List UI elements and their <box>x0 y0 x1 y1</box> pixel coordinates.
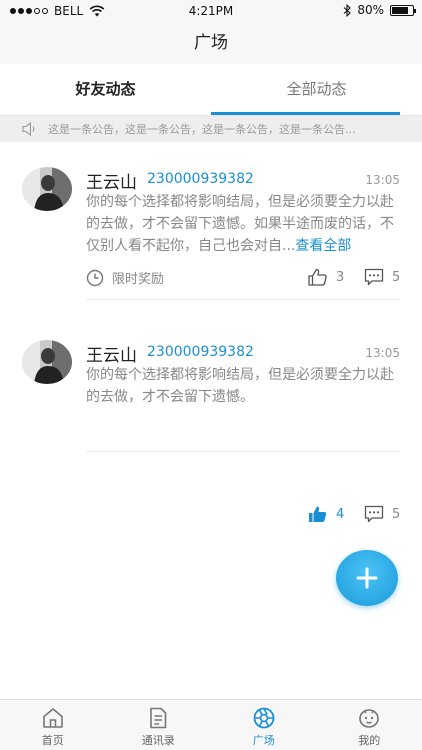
tab-indicator <box>211 112 400 115</box>
post-username[interactable]: 王云山 <box>86 341 137 366</box>
tab-friends-feed-label: 好友动态 <box>75 80 136 98</box>
avatar[interactable] <box>22 340 72 384</box>
status-bar: BELL 4:21PM 80% <box>0 0 422 22</box>
comment-icon <box>364 505 384 523</box>
clock-icon <box>86 269 104 286</box>
page-title: 广场 <box>194 33 228 53</box>
bottom-tab-bar: 首页 通讯录 广场 我的 <box>0 699 422 750</box>
tab-profile-label: 我的 <box>358 734 381 747</box>
thumbs-up-outline-icon <box>308 268 327 286</box>
post-content: 你的每个选择都将影响结局，但是必须要全力以赴的去做，才不会留下遗憾。如果半途而废… <box>86 191 404 257</box>
battery-percent: 80% <box>357 3 384 17</box>
tab-all-feed[interactable]: 全部动态 <box>211 64 422 115</box>
speaker-icon <box>22 122 35 136</box>
post-username[interactable]: 王云山 <box>86 168 137 193</box>
comment-count: 5 <box>392 506 401 522</box>
post-time: 13:05 <box>365 346 400 360</box>
aperture-icon <box>253 707 275 729</box>
plus-icon <box>356 567 378 589</box>
comment-icon <box>364 268 384 286</box>
thumbs-up-filled-icon <box>309 506 327 522</box>
status-right: 80% <box>343 3 416 17</box>
comment-button[interactable]: 5 <box>364 268 400 286</box>
contacts-icon <box>150 707 167 729</box>
post-user-id: 230000939382 <box>147 171 254 187</box>
bluetooth-icon <box>343 3 352 17</box>
feed-tabs: 好友动态 全部动态 <box>0 64 422 116</box>
announcement-text: 这是一条公告，这是一条公告，这是一条公告，这是一条公告... <box>48 123 356 136</box>
post-divider <box>86 299 400 300</box>
like-count: 3 <box>336 269 345 285</box>
reward-tag[interactable]: 限时奖励 <box>86 268 164 287</box>
profile-icon <box>359 709 380 728</box>
square-screen: BELL 4:21PM 80% 广场 好友动态 全部动态 这是一条公告，这是一条… <box>0 0 422 750</box>
reward-label: 限时奖励 <box>112 272 165 287</box>
tab-home[interactable]: 首页 <box>0 700 106 750</box>
like-count: 4 <box>336 506 345 522</box>
avatar[interactable] <box>22 167 72 211</box>
like-button[interactable]: 4 <box>308 505 344 523</box>
view-all-link[interactable]: 查看全部 <box>295 238 351 254</box>
tab-contacts-label: 通讯录 <box>141 734 175 747</box>
comment-count: 5 <box>392 269 401 285</box>
post-user-id: 230000939382 <box>147 344 254 360</box>
post-divider <box>86 451 400 452</box>
announcement-bar[interactable]: 这是一条公告，这是一条公告，这是一条公告，这是一条公告... <box>0 116 422 142</box>
tab-friends-feed[interactable]: 好友动态 <box>0 64 211 115</box>
tab-home-label: 首页 <box>41 734 64 747</box>
post-time: 13:05 <box>365 173 400 187</box>
like-button[interactable]: 3 <box>308 268 344 286</box>
tab-all-feed-label: 全部动态 <box>286 80 347 98</box>
battery-icon <box>390 4 416 16</box>
post-content: 你的每个选择都将影响结局，但是必须要全力以赴的去做，才不会留下遗憾。 <box>86 364 404 408</box>
tab-square-label: 广场 <box>252 734 275 747</box>
home-icon <box>42 708 63 728</box>
create-post-button[interactable] <box>336 550 398 606</box>
tab-profile[interactable]: 我的 <box>317 700 422 750</box>
tab-square[interactable]: 广场 <box>211 700 317 750</box>
feed-post[interactable]: 王云山 230000939382 13:05 你的每个选择都将影响结局，但是必须… <box>0 142 422 302</box>
post-text: 你的每个选择都将影响结局，但是必须要全力以赴的去做，才不会留下遗憾。 <box>86 367 394 405</box>
comment-button[interactable]: 5 <box>364 505 400 523</box>
feed-post[interactable]: 王云山 230000939382 13:05 你的每个选择都将影响结局，但是必须… <box>0 315 422 535</box>
tab-contacts[interactable]: 通讯录 <box>106 700 212 750</box>
nav-bar: 广场 <box>0 22 422 64</box>
